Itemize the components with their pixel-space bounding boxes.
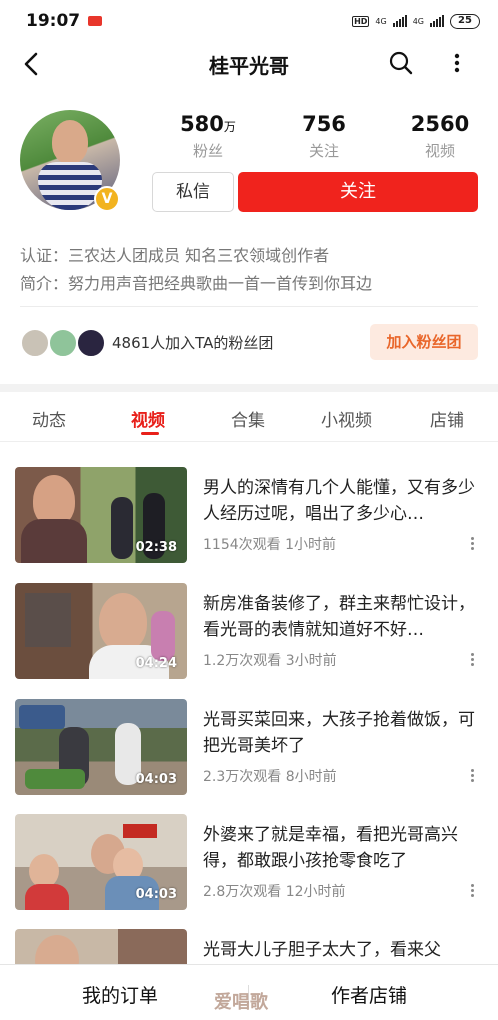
verified-badge-icon: V xyxy=(94,186,120,212)
thumbnail-body xyxy=(21,519,87,563)
video-title[interactable]: 新房准备装修了，群主来帮忙设计，看光哥的表情就知道好不好… xyxy=(203,591,485,643)
signal-2-icon xyxy=(430,15,444,27)
stat-followers[interactable]: 580万 粉丝 xyxy=(150,112,266,161)
video-title[interactable]: 男人的深情有几个人能懂，又有多少人经历过呢，唱出了多少心… xyxy=(203,475,485,527)
avatar[interactable]: V xyxy=(20,110,120,212)
follow-button[interactable]: 关注 xyxy=(238,172,478,212)
stat-following[interactable]: 756 关注 xyxy=(266,112,382,161)
divider xyxy=(20,306,478,307)
thumbnail-face xyxy=(29,854,59,888)
more-vertical-icon[interactable] xyxy=(444,48,470,78)
thumbnail-face xyxy=(99,593,147,651)
video-views: 1.2万次观看 xyxy=(203,653,282,669)
nav-bar: 桂平光哥 xyxy=(0,42,498,86)
video-title[interactable]: 光哥大儿子胆子太大了，看来父 xyxy=(203,937,485,964)
profile-stats: 580万 粉丝 756 关注 2560 视频 xyxy=(150,112,498,161)
active-tab-indicator xyxy=(141,432,159,435)
thumbnail-door xyxy=(25,593,71,647)
signal-1-icon xyxy=(392,15,407,27)
video-time: 3小时前 xyxy=(285,653,337,669)
video-item[interactable]: 04:24 新房准备装修了，群主来帮忙设计，看光哥的表情就知道好不好… 1.2万… xyxy=(0,583,498,683)
tab-videos[interactable]: 视频 xyxy=(131,406,165,431)
video-time: 1小时前 xyxy=(285,537,337,553)
hd-indicator: HD xyxy=(352,15,370,27)
more-options-icon[interactable] xyxy=(466,882,478,900)
bio-text: 简介：努力用声音把经典歌曲一首一首传到你耳边 xyxy=(20,274,373,293)
search-icon[interactable] xyxy=(386,48,416,78)
video-thumbnail[interactable]: 04:24 xyxy=(15,583,187,679)
author-shop-button[interactable]: 作者店铺 xyxy=(331,981,407,1008)
video-meta: 2.3万次观看 8小时前 xyxy=(203,766,337,786)
stat-value: 2560 xyxy=(410,112,470,136)
thumbnail-umbrella xyxy=(19,705,65,729)
network-1-label: 4G xyxy=(375,16,387,26)
stat-value: 756 xyxy=(302,112,346,136)
join-fan-group-button[interactable]: 加入粉丝团 xyxy=(370,324,478,360)
more-options-icon[interactable] xyxy=(466,767,478,785)
stat-label: 视频 xyxy=(424,142,455,160)
video-thumbnail[interactable]: 02:38 xyxy=(15,467,187,563)
tab-collections[interactable]: 合集 xyxy=(231,406,265,431)
video-thumbnail[interactable] xyxy=(15,929,187,964)
stat-videos[interactable]: 2560 视频 xyxy=(382,112,498,161)
video-meta: 1154次观看 1小时前 xyxy=(203,534,336,554)
video-item[interactable]: 04:03 光哥买菜回来，大孩子抢着做饭，可把光哥美坏了 2.3万次观看 8小时… xyxy=(0,699,498,799)
video-item[interactable]: 02:38 男人的深情有几个人能懂，又有多少人经历过呢，唱出了多少心… 1154… xyxy=(0,467,498,567)
video-duration: 04:03 xyxy=(135,772,177,787)
status-time: 19:07 xyxy=(26,11,81,31)
video-views: 1154次观看 xyxy=(203,537,281,553)
tab-dynamic[interactable]: 动态 xyxy=(32,406,66,431)
stat-value: 580 xyxy=(180,112,224,136)
thumbnail-body xyxy=(25,884,69,910)
fan-group-text[interactable]: 4861人加入TA的粉丝团 xyxy=(112,332,273,353)
network-2-label: 4G xyxy=(412,16,424,26)
video-views: 2.3万次观看 xyxy=(203,769,282,785)
tab-bar: 动态 视频 合集 小视频 店铺 xyxy=(0,392,498,442)
fan-avatar xyxy=(20,328,50,358)
video-meta: 1.2万次观看 3小时前 xyxy=(203,650,337,670)
avatar-face xyxy=(52,120,88,164)
tab-short-videos[interactable]: 小视频 xyxy=(321,406,372,431)
more-options-icon[interactable] xyxy=(466,651,478,669)
fan-avatars[interactable] xyxy=(20,328,110,358)
video-meta: 2.8万次观看 12小时前 xyxy=(203,881,346,901)
stat-unit: 万 xyxy=(223,120,236,134)
page-title: 桂平光哥 xyxy=(209,54,289,78)
certification-text: 认证：三农达人团成员 知名三农领域创作者 xyxy=(20,246,330,265)
video-item[interactable]: 光哥大儿子胆子太大了，看来父 xyxy=(0,929,498,964)
section-gap xyxy=(0,384,498,392)
my-orders-button[interactable]: 我的订单 xyxy=(82,981,158,1008)
thumbnail-sign xyxy=(123,824,157,838)
stat-label: 粉丝 xyxy=(192,142,223,160)
fan-avatar xyxy=(76,328,106,358)
video-duration: 04:03 xyxy=(135,887,177,902)
app-notification-icon xyxy=(88,16,103,26)
watermark-text: 爱唱歌 xyxy=(214,992,268,1013)
message-button[interactable]: 私信 xyxy=(152,172,234,212)
video-thumbnail[interactable]: 04:03 xyxy=(15,814,187,910)
status-left: 19:07 xyxy=(26,11,103,31)
video-title[interactable]: 外婆来了就是幸福，看把光哥高兴得，都敢跟小孩抢零食吃了 xyxy=(203,822,485,874)
video-thumbnail[interactable]: 04:03 xyxy=(15,699,187,795)
fan-avatar xyxy=(48,328,78,358)
video-time: 12小时前 xyxy=(285,884,346,900)
battery-icon: 25 xyxy=(450,13,480,29)
video-item[interactable]: 04:03 外婆来了就是幸福，看把光哥高兴得，都敢跟小孩抢零食吃了 2.8万次观… xyxy=(0,814,498,914)
video-duration: 02:38 xyxy=(135,540,177,555)
status-bar: 19:07 HD 4G 4G 25 xyxy=(0,0,498,42)
thumbnail-figure xyxy=(151,611,175,661)
video-time: 8小时前 xyxy=(285,769,337,785)
more-options-icon[interactable] xyxy=(466,535,478,553)
tab-shop[interactable]: 店铺 xyxy=(430,406,464,431)
thumbnail-face xyxy=(35,935,79,964)
stat-label: 关注 xyxy=(308,142,339,160)
status-right: HD 4G 4G 25 xyxy=(352,13,480,29)
thumbnail-figure xyxy=(111,497,133,559)
video-views: 2.8万次观看 xyxy=(203,884,282,900)
video-title[interactable]: 光哥买菜回来，大孩子抢着做饭，可把光哥美坏了 xyxy=(203,707,485,759)
avatar-shirt xyxy=(38,162,102,210)
video-duration: 04:24 xyxy=(135,656,177,671)
thumbnail-vegetables xyxy=(25,769,85,789)
